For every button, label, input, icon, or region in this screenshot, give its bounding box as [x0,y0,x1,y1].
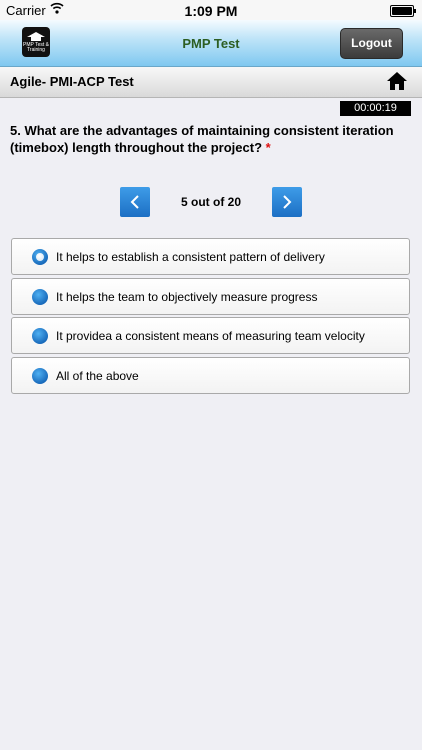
question-label: 5. What are the advantages of maintainin… [10,123,394,155]
radio-button[interactable] [32,328,48,344]
radio-button[interactable] [32,249,48,265]
app-header: PMP Test & Training PMP Test Logout [0,20,422,67]
option-label: It helps the team to objectively measure… [56,290,318,304]
timer: 00:00:19 [340,101,411,116]
option-label: All of the above [56,369,139,383]
status-bar: Carrier 1:09 PM [0,0,422,20]
logout-button[interactable]: Logout [340,28,403,59]
test-title: Agile- PMI-ACP Test [10,74,134,89]
answer-option-2[interactable]: It helps the team to objectively measure… [11,278,410,315]
answer-option-3[interactable]: It providea a consistent means of measur… [11,317,410,354]
answer-option-4[interactable]: All of the above [11,357,410,394]
chevron-left-icon [130,195,139,209]
radio-button[interactable] [32,368,48,384]
option-label: It providea a consistent means of measur… [56,329,365,343]
question-text: 5. What are the advantages of maintainin… [10,122,412,156]
chevron-right-icon [283,195,292,209]
next-button[interactable] [272,187,302,217]
option-label: It helps to establish a consistent patte… [56,250,325,264]
sub-header: Agile- PMI-ACP Test [0,67,422,98]
previous-button[interactable] [120,187,150,217]
answer-option-1[interactable]: It helps to establish a consistent patte… [11,238,410,275]
home-icon[interactable] [386,71,408,91]
page-indicator: 5 out of 20 [180,195,241,209]
required-marker: * [265,140,271,155]
battery-icon [390,5,416,17]
radio-button[interactable] [32,289,48,305]
clock: 1:09 PM [184,3,238,19]
